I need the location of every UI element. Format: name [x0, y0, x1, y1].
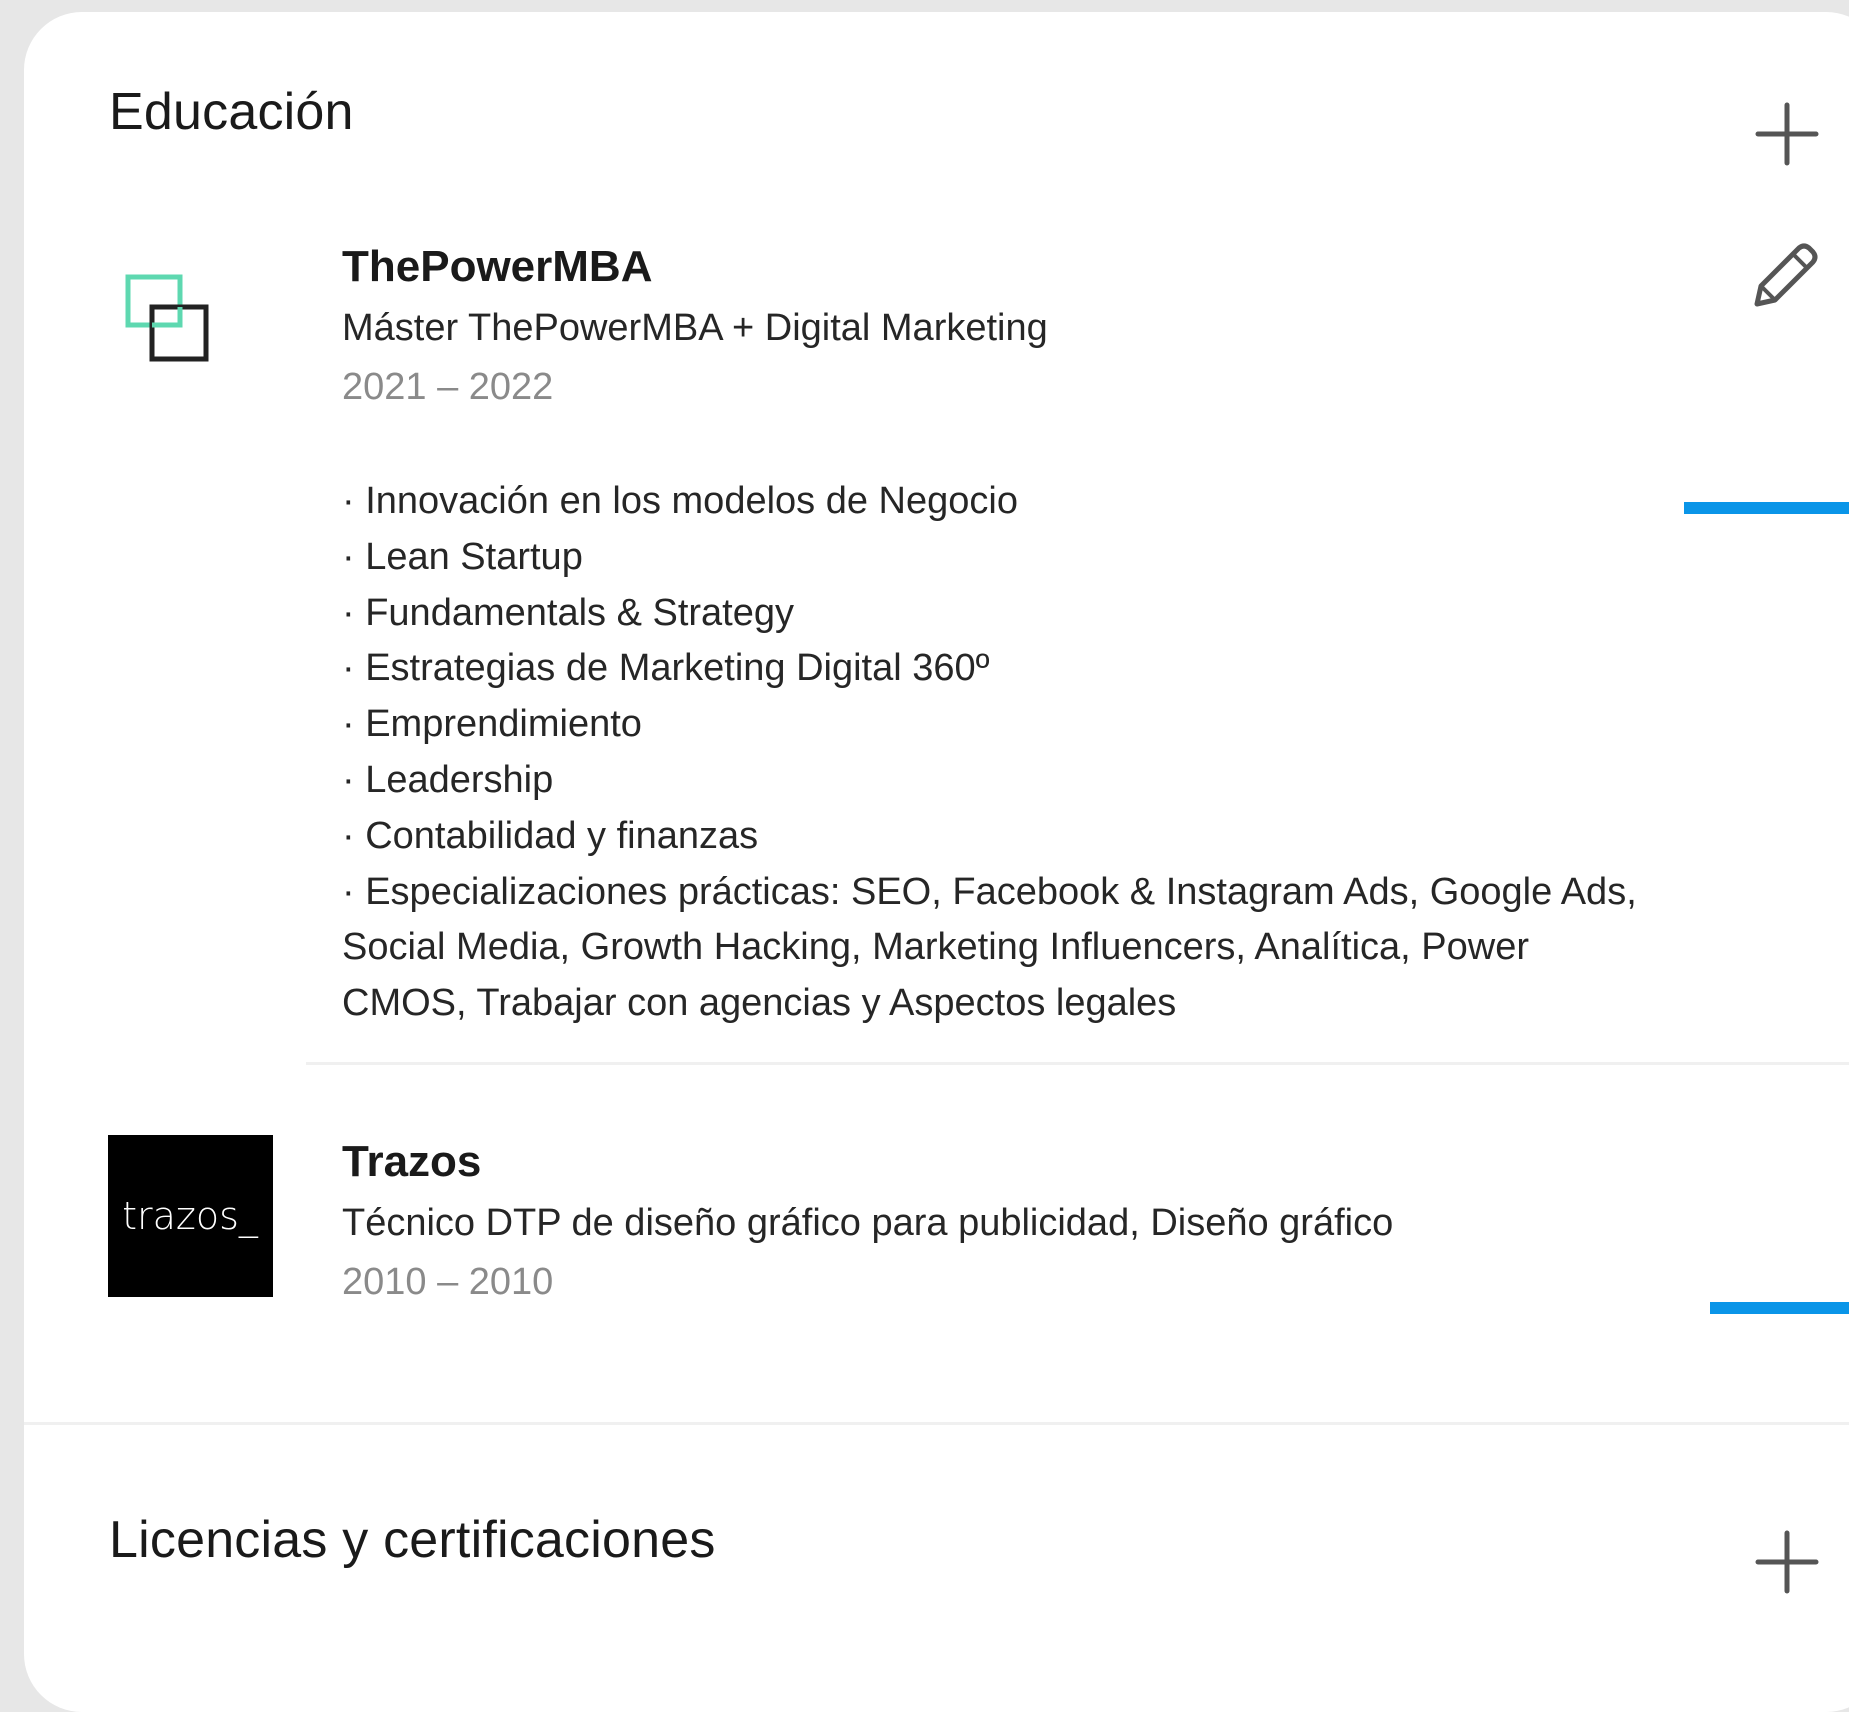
entry-description: · Innovación en los modelos de Negocio ·… [342, 474, 1662, 1032]
degree-text: Máster ThePowerMBA + Digital Marketing [342, 307, 1048, 349]
profile-card: Educación ThePowerMBA Máster ThePowerMBA… [24, 12, 1849, 1712]
description-item: · Especializaciones prácticas: SEO, Face… [342, 870, 1637, 1025]
education-section-title: Educación [109, 83, 354, 141]
school-name[interactable]: Trazos [342, 1137, 481, 1187]
description-item: · Leadership [342, 758, 554, 801]
add-certification-button[interactable] [1752, 1527, 1822, 1597]
date-range: 2010 – 2010 [342, 1261, 554, 1303]
section-divider [24, 1422, 1849, 1425]
add-education-button[interactable] [1752, 99, 1822, 169]
edit-education-button[interactable] [1749, 242, 1819, 312]
thepowermba-logo [124, 267, 234, 367]
svg-text:trazos_: trazos_ [122, 1194, 259, 1239]
description-item: · Estrategias de Marketing Digital 360º [342, 647, 990, 690]
highlight-marker [1710, 1302, 1849, 1314]
description-item: · Lean Startup [342, 535, 583, 578]
school-name[interactable]: ThePowerMBA [342, 242, 652, 292]
plus-icon [1755, 102, 1819, 166]
degree-text: Técnico DTP de diseño gráfico para publi… [342, 1202, 1394, 1244]
pencil-icon [1754, 243, 1818, 307]
description-item: · Fundamentals & Strategy [342, 591, 794, 634]
entry-divider [306, 1062, 1849, 1065]
description-item: · Contabilidad y finanzas [342, 814, 759, 857]
description-item: · Emprendimiento [342, 703, 642, 746]
date-range: 2021 – 2022 [342, 366, 554, 408]
certifications-section-title: Licencias y certificaciones [109, 1511, 716, 1569]
trazos-logo: trazos_ [108, 1135, 273, 1297]
description-item: · Innovación en los modelos de Negocio [342, 480, 1018, 522]
plus-icon [1755, 1530, 1819, 1594]
highlight-marker [1684, 502, 1849, 514]
